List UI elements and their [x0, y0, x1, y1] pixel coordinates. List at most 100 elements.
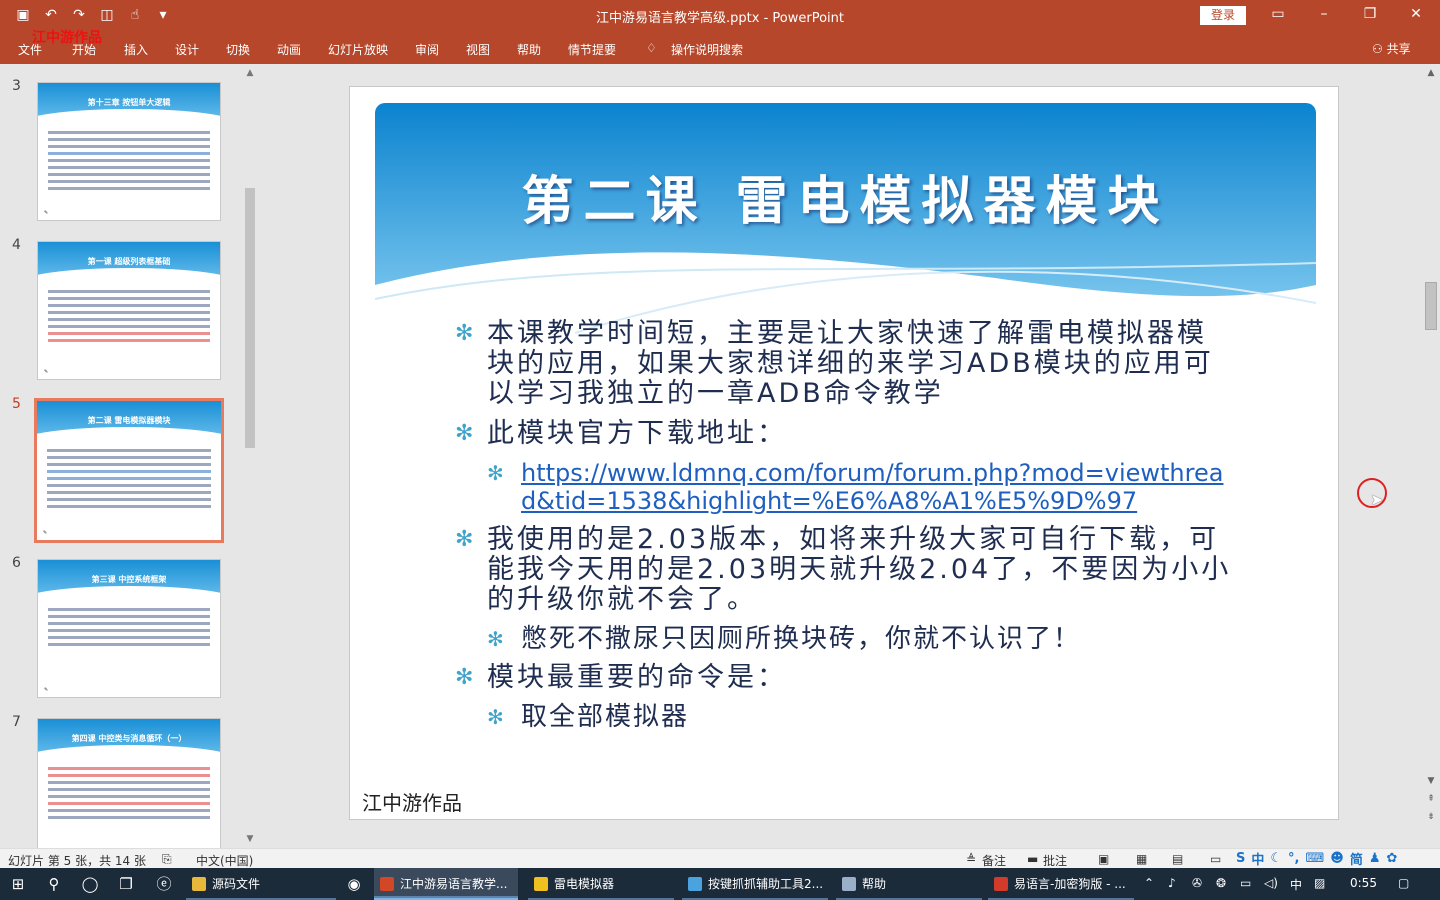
sub-bullet-text: 憋死不撒尿只因厕所换块砖，你就不认识了！: [521, 624, 1082, 654]
snowflake-bullet-icon: ✻: [455, 321, 477, 346]
scroll-up-icon[interactable]: ▲: [243, 68, 257, 78]
share-button[interactable]: ⚇ 共享: [1372, 40, 1411, 57]
taskbar-app-label: 雷电模拟器: [554, 877, 615, 891]
tab-slideshow[interactable]: 幻灯片放映: [328, 41, 388, 58]
tab-insert[interactable]: 插入: [124, 41, 148, 58]
clock[interactable]: 0:55: [1350, 876, 1377, 890]
ribbon-display-options-icon[interactable]: ▭: [1268, 6, 1288, 22]
tell-me-search[interactable]: 操作说明搜索: [671, 41, 743, 58]
taskbar-app-folder[interactable]: 源码文件: [186, 868, 336, 900]
taskbar-app-powerpoint[interactable]: 江中游易语言教学...: [374, 868, 518, 900]
antivirus-icon[interactable]: ▨: [1314, 876, 1325, 890]
slide-counter: 幻灯片 第 5 张，共 14 张: [8, 854, 146, 868]
close-icon[interactable]: ✕: [1406, 6, 1426, 22]
ime-indicator[interactable]: 中: [1290, 876, 1302, 893]
ime-chinese-icon[interactable]: 中: [1251, 849, 1264, 868]
comments-button[interactable]: 批注: [1043, 852, 1067, 869]
tray-expand-icon[interactable]: ⌃: [1144, 876, 1154, 890]
scroll-thumb[interactable]: [245, 188, 255, 448]
slide-thumbnail[interactable]: 第一课 超级列表框基础 ✎: [37, 241, 221, 380]
next-slide-icon[interactable]: ⇟: [1423, 812, 1439, 822]
ime-shirt-icon[interactable]: ♟: [1369, 851, 1381, 866]
thumbnail-number: 3: [12, 78, 21, 94]
tab-help[interactable]: 帮助: [517, 41, 541, 58]
search-icon[interactable]: ⚲: [44, 874, 64, 894]
slide-thumbnail[interactable]: 第十三章 按钮单大逻辑 ✎: [37, 82, 221, 221]
slide-sorter-icon[interactable]: ▦: [1136, 852, 1147, 866]
minimize-icon[interactable]: –: [1314, 6, 1334, 22]
slide-scrollbar[interactable]: ▲ ▼ ⇞ ⇟: [1423, 66, 1439, 848]
task-view-icon[interactable]: ❐: [116, 874, 136, 894]
ime-skin-icon[interactable]: ☻: [1330, 851, 1344, 866]
login-button[interactable]: 登录: [1200, 6, 1246, 25]
notes-button[interactable]: 备注: [982, 852, 1006, 869]
spellcheck-icon[interactable]: ⎘: [162, 852, 172, 867]
snowflake-bullet-icon: ✻: [487, 627, 506, 651]
previous-slide-icon[interactable]: ⇞: [1423, 794, 1439, 804]
powerpoint-icon: [380, 877, 394, 891]
network-icon[interactable]: ▭: [1240, 876, 1251, 890]
tab-review[interactable]: 审阅: [415, 41, 439, 58]
help-icon: [842, 877, 856, 891]
taskbar-app-label: 源码文件: [212, 877, 261, 891]
tab-view[interactable]: 视图: [466, 41, 490, 58]
reading-view-icon[interactable]: ▤: [1172, 852, 1183, 866]
scroll-down-icon[interactable]: ▼: [1423, 776, 1439, 786]
bullet-text: 模块最重要的命令是：: [487, 662, 787, 693]
ime-moon-icon[interactable]: ☾: [1270, 851, 1282, 866]
tab-transitions[interactable]: 切换: [226, 41, 250, 58]
chrome-icon[interactable]: ◉: [344, 874, 364, 894]
sub-bullet-text: 取全部模拟器: [521, 702, 690, 732]
bullet-item: ✻ 本课教学时间短，主要是让大家快速了解雷电模拟器模块的应用，如果大家想详细的来…: [455, 319, 1235, 409]
sub-bullet-item: ✻ https://www.ldmnq.com/forum/forum.php?…: [455, 459, 1235, 515]
slide-thumbnail-selected[interactable]: 第二课 雷电模拟器模块 ✎: [34, 398, 224, 543]
slide-thumbnail[interactable]: 第四课 中控类与消息循环（一）: [37, 718, 221, 857]
slide-header-banner: 第二课 雷电模拟器模块: [375, 103, 1316, 343]
scroll-down-icon[interactable]: ▼: [243, 834, 257, 844]
taskbar-app-help[interactable]: 帮助: [836, 868, 982, 900]
thumbnail-scrollbar[interactable]: ▲ ▼: [243, 66, 257, 846]
bullet-item: ✻ 我使用的是2.03版本，如将来升级大家可自行下载，可能我今天用的是2.03明…: [455, 525, 1235, 615]
windows-start-icon[interactable]: ⊞: [8, 874, 28, 894]
ime-keyboard-icon[interactable]: ⌨: [1306, 851, 1325, 866]
tray-app-icon[interactable]: ✇: [1192, 876, 1202, 890]
wechat-icon[interactable]: ❂: [1216, 876, 1226, 890]
slide-canvas[interactable]: 第二课 雷电模拟器模块 ✻ 本课教学时间短，主要是让大家快速了解雷电模拟器模块的…: [349, 86, 1339, 820]
normal-view-icon[interactable]: ▣: [1098, 852, 1109, 866]
snowflake-bullet-icon: ✻: [487, 461, 506, 485]
slide-body[interactable]: ✻ 本课教学时间短，主要是让大家快速了解雷电模拟器模块的应用，如果大家想详细的来…: [455, 319, 1235, 741]
tab-animations[interactable]: 动画: [277, 41, 301, 58]
language-indicator[interactable]: 中文(中国): [196, 852, 253, 869]
taskbar-app-capture-tool[interactable]: 按键抓抓辅助工具2...: [682, 868, 828, 900]
scroll-up-icon[interactable]: ▲: [1423, 68, 1439, 78]
snowflake-bullet-icon: ✻: [455, 421, 477, 446]
restore-icon[interactable]: ❐: [1360, 6, 1380, 22]
ime-settings-icon[interactable]: ✿: [1387, 851, 1398, 866]
person-icon: ⚇: [1372, 42, 1383, 56]
notification-icon[interactable]: ▢: [1398, 876, 1409, 890]
microphone-icon[interactable]: ♪: [1168, 876, 1176, 890]
slide-thumbnail-pane: 3 第十三章 按钮单大逻辑 ✎ 4 第一课 超级列表框基础 ✎ 5 第二课 雷电…: [0, 64, 260, 857]
cortana-icon[interactable]: ◯: [80, 874, 100, 894]
thumbnail-title: 第四课 中控类与消息循环（一）: [71, 734, 187, 743]
windows-taskbar: ⊞ ⚲ ◯ ❐ ⓔ 源码文件 ◉ 江中游易语言教学... 雷电模拟器 按键抓抓辅…: [0, 868, 1440, 900]
slideshow-view-icon[interactable]: ▭: [1210, 852, 1221, 866]
status-bar: 幻灯片 第 5 张，共 14 张 ⎘ 中文(中国) ≜ 备注 ▬ 批注 ▣ ▦ …: [0, 848, 1440, 868]
taskbar-app-ldplayer[interactable]: 雷电模拟器: [528, 868, 674, 900]
tab-storyboarding[interactable]: 情节提要: [568, 41, 616, 58]
download-link[interactable]: https://www.ldmnq.com/forum/forum.php?mo…: [521, 459, 1223, 515]
scroll-thumb[interactable]: [1425, 282, 1437, 330]
slide-thumbnail[interactable]: 第三课 中控系统框架 ✎: [37, 559, 221, 698]
volume-icon[interactable]: ◁): [1264, 876, 1278, 890]
share-label: 共享: [1386, 42, 1411, 56]
slide-title[interactable]: 第二课 雷电模拟器模块: [375, 159, 1316, 234]
lightbulb-icon[interactable]: ♢: [646, 41, 657, 55]
ime-logo-icon[interactable]: S: [1236, 851, 1245, 866]
tab-design[interactable]: 设计: [175, 41, 199, 58]
ime-punct-icon[interactable]: °,: [1288, 851, 1299, 866]
edge-icon[interactable]: ⓔ: [154, 874, 174, 894]
taskbar-app-label: 按键抓抓辅助工具2...: [708, 877, 824, 891]
snowflake-bullet-icon: ✻: [455, 527, 477, 552]
ime-simplified-icon[interactable]: 简: [1350, 849, 1363, 868]
taskbar-app-eyuyan[interactable]: 易语言-加密狗版 - ...: [988, 868, 1134, 900]
